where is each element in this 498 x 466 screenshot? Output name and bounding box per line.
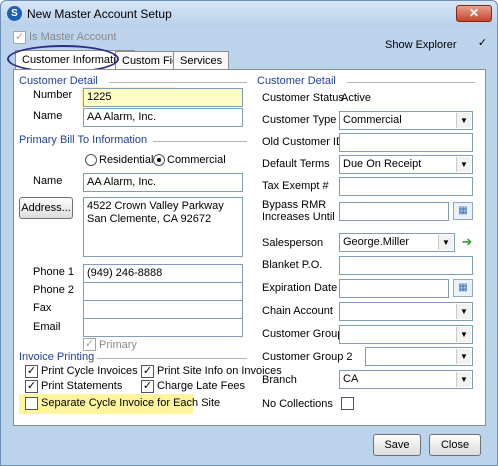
app-icon: S <box>7 6 22 21</box>
name-label: Name <box>33 110 63 122</box>
branch-value: CA <box>343 373 359 385</box>
phone2-field[interactable] <box>83 282 243 301</box>
right-customer-detail-heading: Customer Detail <box>257 75 336 87</box>
charge-late-fees-checkbox[interactable]: ✓ <box>141 380 154 393</box>
branch-select[interactable]: CA ▼ <box>339 370 473 389</box>
dialog-window: S New Master Account Setup ✕ ✓ Is Master… <box>0 0 498 466</box>
branch-label: Branch <box>262 374 297 386</box>
expiration-date-field[interactable] <box>339 279 449 298</box>
dropdown-arrow-icon: ▼ <box>456 327 471 342</box>
fax-label: Fax <box>33 302 52 314</box>
expiration-date-label: Expiration Date <box>262 282 338 294</box>
name-field[interactable]: AA Alarm, Inc. <box>83 108 243 127</box>
show-explorer-label: Show Explorer <box>385 39 457 51</box>
salesperson-label: Salesperson <box>262 237 324 249</box>
address-button[interactable]: Address... <box>19 197 73 219</box>
separate-cycle-label: Separate Cycle Invoice for Each Site <box>41 397 221 409</box>
commercial-radio[interactable] <box>153 154 165 166</box>
dropdown-arrow-icon: ▼ <box>456 113 471 128</box>
divider <box>153 141 247 142</box>
print-statements-checkbox[interactable]: ✓ <box>25 380 38 393</box>
dropdown-arrow-icon: ▼ <box>456 349 471 364</box>
number-field[interactable]: 1225 <box>83 88 243 107</box>
residential-radio[interactable] <box>85 154 97 166</box>
blanket-po-field[interactable] <box>339 256 473 275</box>
primary-label: Primary <box>99 339 137 351</box>
window-close-button[interactable]: ✕ <box>456 5 492 22</box>
commercial-label: Commercial <box>167 154 226 166</box>
customer-detail-heading: Customer Detail <box>19 75 98 87</box>
default-terms-label: Default Terms <box>262 158 330 170</box>
bypass-rmr-date-field[interactable] <box>339 202 449 221</box>
dropdown-arrow-icon: ▼ <box>456 304 471 319</box>
window-title: New Master Account Setup <box>27 7 172 21</box>
fax-field[interactable] <box>83 300 243 319</box>
email-label: Email <box>33 321 61 333</box>
dropdown-arrow-icon: ▼ <box>456 372 471 387</box>
print-cycle-checkbox[interactable]: ✓ <box>25 365 38 378</box>
residential-label: Residential <box>99 154 154 166</box>
is-master-account-label: Is Master Account <box>29 31 117 43</box>
close-button[interactable]: Close <box>429 434 481 456</box>
no-collections-checkbox[interactable] <box>341 397 354 410</box>
phone2-label: Phone 2 <box>33 284 74 296</box>
divider <box>347 82 475 83</box>
bypass-rmr-label-1: Bypass RMR <box>262 199 327 211</box>
go-arrow-icon[interactable]: ➜ <box>458 233 476 251</box>
chain-account-label: Chain Account <box>262 305 333 317</box>
print-statements-label: Print Statements <box>41 380 123 392</box>
bypass-rmr-label-2: Increases Until <box>262 211 335 223</box>
customer-status-label: Customer Status <box>262 92 344 104</box>
customer-group-select[interactable]: ▼ <box>339 325 473 344</box>
print-cycle-label: Print Cycle Invoices <box>41 365 138 377</box>
customer-type-select[interactable]: Commercial ▼ <box>339 111 473 130</box>
phone1-field[interactable]: (949) 246-8888 <box>83 264 243 283</box>
address-box[interactable]: 4522 Crown Valley Parkway San Clemente, … <box>83 197 243 257</box>
chain-account-select[interactable]: ▼ <box>339 302 473 321</box>
bill-to-heading: Primary Bill To Information <box>19 134 148 146</box>
number-label: Number <box>33 89 73 101</box>
charge-late-fees-label: Charge Late Fees <box>157 380 246 392</box>
customer-group-2-label: Customer Group 2 <box>262 351 353 363</box>
tax-exempt-field[interactable] <box>339 177 473 196</box>
is-master-account-checkbox[interactable]: ✓ <box>13 31 26 44</box>
primary-checkbox[interactable]: ✓ <box>83 338 96 351</box>
tab-services[interactable]: Services <box>173 51 230 70</box>
phone1-label: Phone 1 <box>33 266 74 278</box>
address-line-1: 4522 Crown Valley Parkway <box>87 200 224 212</box>
bill-name-field[interactable]: AA Alarm, Inc. <box>83 173 243 192</box>
title-bar: S New Master Account Setup ✕ <box>1 1 497 27</box>
bill-name-label: Name <box>33 175 63 187</box>
separate-cycle-checkbox[interactable] <box>25 397 38 410</box>
calendar-icon[interactable]: ▦ <box>453 202 473 220</box>
invoice-printing-heading: Invoice Printing <box>19 351 95 363</box>
customer-group-label: Customer Group <box>262 328 344 340</box>
save-button[interactable]: Save <box>373 434 421 456</box>
customer-status-value: Active <box>341 92 371 104</box>
no-collections-label: No Collections <box>262 398 333 410</box>
salesperson-value: George.Miller <box>343 236 410 248</box>
divider <box>97 358 247 359</box>
address-line-2: San Clemente, CA 92672 <box>87 213 212 225</box>
customer-type-label: Customer Type <box>262 114 337 126</box>
blanket-po-label: Blanket P.O. <box>262 259 323 271</box>
customer-group-2-select[interactable]: ▼ <box>365 347 473 366</box>
dropdown-arrow-icon: ▼ <box>438 235 453 250</box>
divider <box>109 82 247 83</box>
default-terms-value: Due On Receipt <box>343 158 422 170</box>
salesperson-select[interactable]: George.Miller ▼ <box>339 233 455 252</box>
customer-type-value: Commercial <box>343 114 402 126</box>
print-site-info-checkbox[interactable]: ✓ <box>141 365 154 378</box>
dropdown-arrow-icon: ▼ <box>456 157 471 172</box>
tax-exempt-label: Tax Exempt # <box>262 180 329 192</box>
calendar-icon[interactable]: ▦ <box>453 279 473 297</box>
old-customer-id-label: Old Customer ID <box>262 136 344 148</box>
show-explorer-checkbox[interactable]: ✓ <box>476 38 489 51</box>
default-terms-select[interactable]: Due On Receipt ▼ <box>339 155 473 174</box>
email-field[interactable] <box>83 318 243 337</box>
old-customer-id-field[interactable] <box>339 133 473 152</box>
